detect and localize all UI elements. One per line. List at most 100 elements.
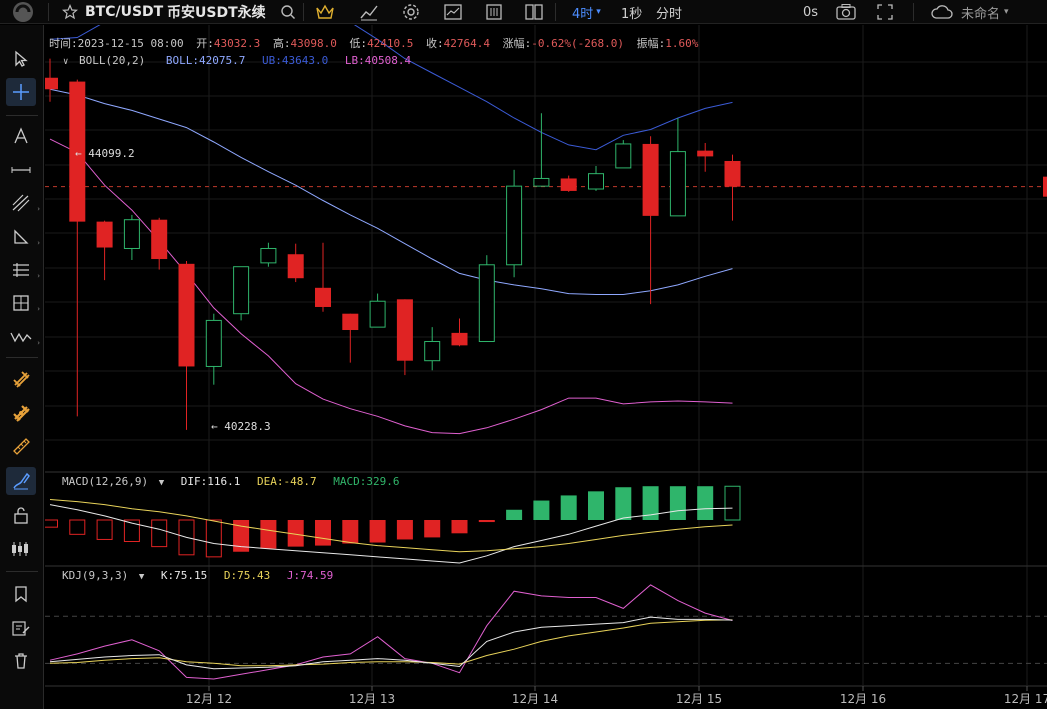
- interval-4h[interactable]: 4时 ▾: [572, 0, 601, 24]
- candle-body: [369, 300, 386, 328]
- low-value: 42410.5: [367, 37, 414, 50]
- exchange-name[interactable]: 币安USDT永续: [167, 0, 266, 24]
- time-label: 时间:: [49, 37, 78, 50]
- macd-histogram-bar: [96, 519, 113, 540]
- x-axis-tick: 12月 12: [185, 692, 233, 706]
- open-value: 43032.3: [213, 37, 261, 50]
- trend-line-icon[interactable]: ›: [6, 189, 40, 217]
- caret-down-icon: ▼: [138, 572, 145, 582]
- top-toolbar: BTC/USDT 币安USDT永续 4时 ▾ 1秒 分时 0s 未命名 ▾: [0, 0, 1047, 24]
- cursor-arrow-icon[interactable]: [6, 45, 36, 73]
- close-label: 收:: [426, 37, 444, 50]
- interval-timeline[interactable]: 分时: [656, 0, 682, 24]
- fullscreen-icon[interactable]: [875, 0, 895, 24]
- macd-histogram-bar: [260, 520, 277, 549]
- chevron-down-icon: ▾: [596, 7, 601, 17]
- layout-icon[interactable]: [524, 0, 544, 24]
- grid-measure-icon[interactable]: ›: [6, 289, 40, 317]
- close-value: 42764.4: [443, 37, 491, 50]
- caret-down-icon: ▼: [158, 478, 165, 488]
- kdj-j-value: J:74.59: [286, 569, 334, 582]
- wave-pattern-icon[interactable]: ›: [6, 323, 40, 351]
- cloud-icon[interactable]: [930, 0, 954, 24]
- drawing-toolbar: › › › › ›: [0, 25, 44, 709]
- candle-body: [588, 173, 604, 190]
- search-icon[interactable]: [280, 0, 296, 24]
- boll-name: BOLL(20,2): [79, 54, 146, 67]
- kdj-d-value: D:75.43: [223, 569, 271, 582]
- kdj-legend[interactable]: KDJ(9,3,3) ▼ K:75.15 D:75.43 J:74.59: [62, 569, 333, 582]
- layout-name[interactable]: 未命名 ▾: [961, 0, 1009, 24]
- candle-body: [642, 143, 659, 216]
- macd-histogram-bar: [533, 500, 550, 520]
- macd-histogram-bar: [342, 520, 359, 544]
- x-axis-tick: 12月 13: [348, 692, 396, 706]
- candles-toggle-icon[interactable]: [6, 535, 36, 563]
- macd-histogram-bar: [669, 486, 686, 520]
- candle-body: [478, 264, 495, 343]
- chart-type-icon[interactable]: [443, 0, 463, 24]
- favorite-star-icon[interactable]: [62, 0, 78, 24]
- kdj-k-value: K:75.15: [160, 569, 208, 582]
- macd-histogram-bar: [151, 519, 168, 548]
- candle-body: [233, 266, 250, 315]
- screenshot-camera-icon[interactable]: [835, 0, 857, 24]
- candle-body: [287, 254, 304, 279]
- macd-histogram-bar: [478, 520, 495, 523]
- candle-body: [424, 341, 441, 362]
- strong-magnet-icon[interactable]: [6, 399, 36, 427]
- trash-icon[interactable]: [6, 647, 36, 675]
- layout-name-label: 未命名: [961, 6, 1001, 22]
- kdj-d-line: [49, 619, 733, 667]
- crown-icon[interactable]: [315, 0, 335, 24]
- symbol-name[interactable]: BTC/USDT: [85, 0, 163, 24]
- indicator-icon[interactable]: [359, 0, 379, 24]
- macd-legend[interactable]: MACD(12,26,9) ▼ DIF:116.1 DEA:-48.7 MACD…: [62, 475, 399, 488]
- high-price-marker-value: 44099.2: [88, 147, 135, 160]
- low-price-marker: ← 40228.3: [211, 420, 271, 433]
- bookmark-icon[interactable]: [6, 580, 36, 608]
- current-price-tag: [1043, 176, 1047, 197]
- candle-body: [669, 151, 686, 217]
- interval-1s[interactable]: 1秒: [621, 0, 642, 24]
- lock-icon[interactable]: [6, 501, 36, 529]
- candle-body: [533, 177, 550, 187]
- chevron-down-icon: ▾: [1004, 7, 1009, 17]
- macd-dif-value: DIF:116.1: [180, 475, 241, 488]
- candle-body: [151, 219, 168, 260]
- ruler-icon[interactable]: [6, 432, 36, 460]
- settings-gear-icon[interactable]: [401, 0, 421, 24]
- text-tool-icon[interactable]: [6, 122, 36, 150]
- edit-list-icon[interactable]: [6, 614, 36, 642]
- kdj-k-line: [49, 616, 733, 670]
- x-axis-tick: 12月 16: [839, 692, 887, 706]
- candle-body: [697, 150, 714, 157]
- ohlc-header: 时间:2023-12-15 08:00 开:43032.3 高:43098.0 …: [49, 35, 698, 51]
- triangle-tool-icon[interactable]: ›: [6, 223, 40, 251]
- x-axis-tick: 12月 15: [675, 692, 723, 706]
- app-logo-icon: [8, 0, 38, 24]
- candle-body: [451, 332, 468, 346]
- macd-name: MACD(12,26,9): [62, 475, 149, 488]
- candle-body: [615, 143, 632, 169]
- kdj-j-line: [49, 584, 733, 680]
- crosshair-icon[interactable]: [6, 78, 36, 106]
- high-value: 43098.0: [290, 37, 337, 50]
- macd-histogram-bar: [506, 509, 523, 520]
- horizontal-line-icon[interactable]: [6, 156, 36, 184]
- macd-dea-value: DEA:-48.7: [257, 475, 317, 488]
- macd-histogram-bar: [45, 519, 58, 528]
- macd-histogram-bar: [205, 519, 222, 558]
- time-value: 2023-12-15 08:00: [77, 37, 184, 50]
- parallel-lines-icon[interactable]: ›: [6, 256, 40, 284]
- macd-hist-value: MACD:329.6: [333, 475, 400, 488]
- boll-legend[interactable]: ∨ BOLL(20,2) BOLL:42075.7 UB:43643.0 LB:…: [63, 54, 411, 67]
- magnet-icon[interactable]: [6, 365, 36, 393]
- boll-mid-value: BOLL:42075.7: [165, 54, 246, 67]
- macd-histogram-bar: [451, 520, 468, 534]
- macd-histogram-bar: [369, 520, 386, 543]
- pen-draw-icon[interactable]: [6, 467, 36, 495]
- chart-area[interactable]: 时间:2023-12-15 08:00 开:43032.3 高:43098.0 …: [45, 25, 1047, 709]
- template-icon[interactable]: [484, 0, 504, 24]
- chart-canvas[interactable]: [45, 25, 1047, 709]
